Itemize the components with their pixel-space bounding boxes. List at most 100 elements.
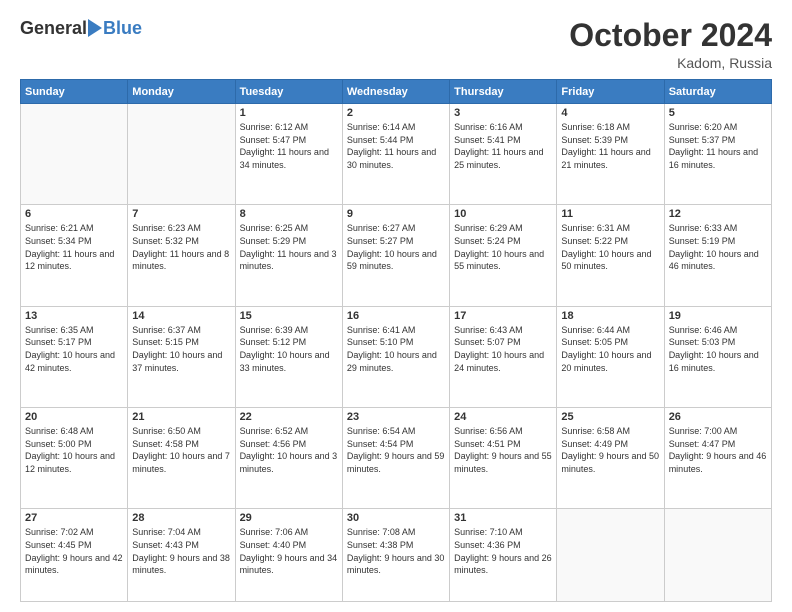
table-row: 9Sunrise: 6:27 AM Sunset: 5:27 PM Daylig… bbox=[342, 205, 449, 306]
day-number: 29 bbox=[240, 512, 338, 524]
table-row: 1 Sunrise: 6:12 AM Sunset: 5:47 PM Daylig… bbox=[235, 104, 342, 205]
logo-text: General Blue bbox=[20, 18, 142, 39]
table-row: 14 Sunrise: 6:37 AM Sunset: 5:15 PM Dayli… bbox=[128, 306, 235, 407]
col-saturday: Saturday bbox=[664, 80, 771, 104]
day-number: 21 bbox=[132, 411, 230, 423]
table-row: 8 Sunrise: 6:25 AM Sunset: 5:29 PM Daylig… bbox=[235, 205, 342, 306]
day-detail: Sunrise: 6:25 AM Sunset: 5:29 PM Dayligh… bbox=[240, 222, 338, 272]
day-detail: Sunrise: 6:23 AM Sunset: 5:32 PM Dayligh… bbox=[132, 222, 230, 272]
table-row: 26 Sunrise: 7:00 AM Sunset: 4:47 PM Dayli… bbox=[664, 408, 771, 509]
day-number: 12 bbox=[669, 208, 767, 220]
day-detail: Sunrise: 6:20 AM Sunset: 5:37 PM Dayligh… bbox=[669, 121, 767, 171]
day-detail: Sunrise: 6:18 AM Sunset: 5:39 PM Dayligh… bbox=[561, 121, 659, 171]
day-detail: Sunrise: 6:48 AM Sunset: 5:00 PM Dayligh… bbox=[25, 425, 123, 475]
day-detail: Sunrise: 7:04 AM Sunset: 4:43 PM Dayligh… bbox=[132, 526, 230, 576]
day-detail: Sunrise: 6:41 AM Sunset: 5:10 PM Dayligh… bbox=[347, 324, 445, 374]
day-detail: Sunrise: 6:12 AM Sunset: 5:47 PM Dayligh… bbox=[240, 121, 338, 171]
col-friday: Friday bbox=[557, 80, 664, 104]
logo: General Blue bbox=[20, 18, 142, 39]
table-row: 2 Sunrise: 6:14 AM Sunset: 5:44 PM Daylig… bbox=[342, 104, 449, 205]
day-detail: Sunrise: 6:39 AM Sunset: 5:12 PM Dayligh… bbox=[240, 324, 338, 374]
day-number: 11 bbox=[561, 208, 659, 220]
calendar-page: General Blue October 2024 Kadom, Russia … bbox=[0, 0, 792, 612]
table-row: 29 Sunrise: 7:06 AM Sunset: 4:40 PM Dayli… bbox=[235, 509, 342, 602]
day-number: 10 bbox=[454, 208, 552, 220]
table-row: 21 Sunrise: 6:50 AM Sunset: 4:58 PM Dayli… bbox=[128, 408, 235, 509]
logo-blue: Blue bbox=[103, 18, 142, 39]
table-row: 31 Sunrise: 7:10 AM Sunset: 4:36 PM Dayli… bbox=[450, 509, 557, 602]
table-row: 16Sunrise: 6:41 AM Sunset: 5:10 PM Dayli… bbox=[342, 306, 449, 407]
day-number: 15 bbox=[240, 310, 338, 322]
table-row bbox=[557, 509, 664, 602]
table-row: 19 Sunrise: 6:46 AM Sunset: 5:03 PM Dayli… bbox=[664, 306, 771, 407]
day-detail: Sunrise: 6:37 AM Sunset: 5:15 PM Dayligh… bbox=[132, 324, 230, 374]
day-number: 3 bbox=[454, 107, 552, 119]
day-number: 30 bbox=[347, 512, 445, 524]
table-row: 10Sunrise: 6:29 AM Sunset: 5:24 PM Dayli… bbox=[450, 205, 557, 306]
day-number: 6 bbox=[25, 208, 123, 220]
day-detail: Sunrise: 7:06 AM Sunset: 4:40 PM Dayligh… bbox=[240, 526, 338, 576]
table-row: 12 Sunrise: 6:33 AM Sunset: 5:19 PM Dayli… bbox=[664, 205, 771, 306]
day-detail: Sunrise: 6:43 AM Sunset: 5:07 PM Dayligh… bbox=[454, 324, 552, 374]
table-row: 28 Sunrise: 7:04 AM Sunset: 4:43 PM Dayli… bbox=[128, 509, 235, 602]
day-number: 31 bbox=[454, 512, 552, 524]
table-row: 20 Sunrise: 6:48 AM Sunset: 5:00 PM Dayli… bbox=[21, 408, 128, 509]
day-number: 7 bbox=[132, 208, 230, 220]
day-detail: Sunrise: 6:50 AM Sunset: 4:58 PM Dayligh… bbox=[132, 425, 230, 475]
table-row: 5 Sunrise: 6:20 AM Sunset: 5:37 PM Daylig… bbox=[664, 104, 771, 205]
day-number: 18 bbox=[561, 310, 659, 322]
day-detail: Sunrise: 6:46 AM Sunset: 5:03 PM Dayligh… bbox=[669, 324, 767, 374]
table-row: 22 Sunrise: 6:52 AM Sunset: 4:56 PM Dayli… bbox=[235, 408, 342, 509]
day-number: 25 bbox=[561, 411, 659, 423]
day-detail: Sunrise: 7:08 AM Sunset: 4:38 PM Dayligh… bbox=[347, 526, 445, 576]
day-number: 19 bbox=[669, 310, 767, 322]
table-row: 3 Sunrise: 6:16 AM Sunset: 5:41 PM Daylig… bbox=[450, 104, 557, 205]
day-detail: Sunrise: 6:35 AM Sunset: 5:17 PM Dayligh… bbox=[25, 324, 123, 374]
logo-icon bbox=[88, 19, 102, 37]
day-number: 27 bbox=[25, 512, 123, 524]
day-detail: Sunrise: 7:02 AM Sunset: 4:45 PM Dayligh… bbox=[25, 526, 123, 576]
day-number: 13 bbox=[25, 310, 123, 322]
day-number: 28 bbox=[132, 512, 230, 524]
day-number: 1 bbox=[240, 107, 338, 119]
day-number: 2 bbox=[347, 107, 445, 119]
day-detail: Sunrise: 6:14 AM Sunset: 5:44 PM Dayligh… bbox=[347, 121, 445, 171]
table-row: 13 Sunrise: 6:35 AM Sunset: 5:17 PM Dayli… bbox=[21, 306, 128, 407]
table-row: 11Sunrise: 6:31 AM Sunset: 5:22 PM Dayli… bbox=[557, 205, 664, 306]
day-detail: Sunrise: 7:10 AM Sunset: 4:36 PM Dayligh… bbox=[454, 526, 552, 576]
day-detail: Sunrise: 6:52 AM Sunset: 4:56 PM Dayligh… bbox=[240, 425, 338, 475]
day-detail: Sunrise: 7:00 AM Sunset: 4:47 PM Dayligh… bbox=[669, 425, 767, 475]
day-number: 22 bbox=[240, 411, 338, 423]
table-row bbox=[21, 104, 128, 205]
day-number: 4 bbox=[561, 107, 659, 119]
month-title: October 2024 bbox=[569, 18, 772, 53]
day-number: 23 bbox=[347, 411, 445, 423]
table-row: 17Sunrise: 6:43 AM Sunset: 5:07 PM Dayli… bbox=[450, 306, 557, 407]
day-number: 20 bbox=[25, 411, 123, 423]
table-row: 18 Sunrise: 6:44 AM Sunset: 5:05 PM Dayli… bbox=[557, 306, 664, 407]
table-row: 7 Sunrise: 6:23 AM Sunset: 5:32 PM Daylig… bbox=[128, 205, 235, 306]
table-row: 27 Sunrise: 7:02 AM Sunset: 4:45 PM Dayli… bbox=[21, 509, 128, 602]
day-detail: Sunrise: 6:54 AM Sunset: 4:54 PM Dayligh… bbox=[347, 425, 445, 475]
table-row: 4 Sunrise: 6:18 AM Sunset: 5:39 PM Daylig… bbox=[557, 104, 664, 205]
day-detail: Sunrise: 6:16 AM Sunset: 5:41 PM Dayligh… bbox=[454, 121, 552, 171]
table-row bbox=[128, 104, 235, 205]
title-block: October 2024 Kadom, Russia bbox=[569, 18, 772, 71]
col-tuesday: Tuesday bbox=[235, 80, 342, 104]
day-number: 8 bbox=[240, 208, 338, 220]
col-wednesday: Wednesday bbox=[342, 80, 449, 104]
day-number: 26 bbox=[669, 411, 767, 423]
table-row bbox=[664, 509, 771, 602]
location-subtitle: Kadom, Russia bbox=[569, 55, 772, 71]
day-number: 14 bbox=[132, 310, 230, 322]
day-number: 9 bbox=[347, 208, 445, 220]
calendar-table: Sunday Monday Tuesday Wednesday Thursday… bbox=[20, 79, 772, 602]
day-number: 5 bbox=[669, 107, 767, 119]
col-thursday: Thursday bbox=[450, 80, 557, 104]
header: General Blue October 2024 Kadom, Russia bbox=[20, 18, 772, 71]
col-sunday: Sunday bbox=[21, 80, 128, 104]
day-detail: Sunrise: 6:44 AM Sunset: 5:05 PM Dayligh… bbox=[561, 324, 659, 374]
day-detail: Sunrise: 6:33 AM Sunset: 5:19 PM Dayligh… bbox=[669, 222, 767, 272]
day-detail: Sunrise: 6:56 AM Sunset: 4:51 PM Dayligh… bbox=[454, 425, 552, 475]
day-detail: Sunrise: 6:21 AM Sunset: 5:34 PM Dayligh… bbox=[25, 222, 123, 272]
